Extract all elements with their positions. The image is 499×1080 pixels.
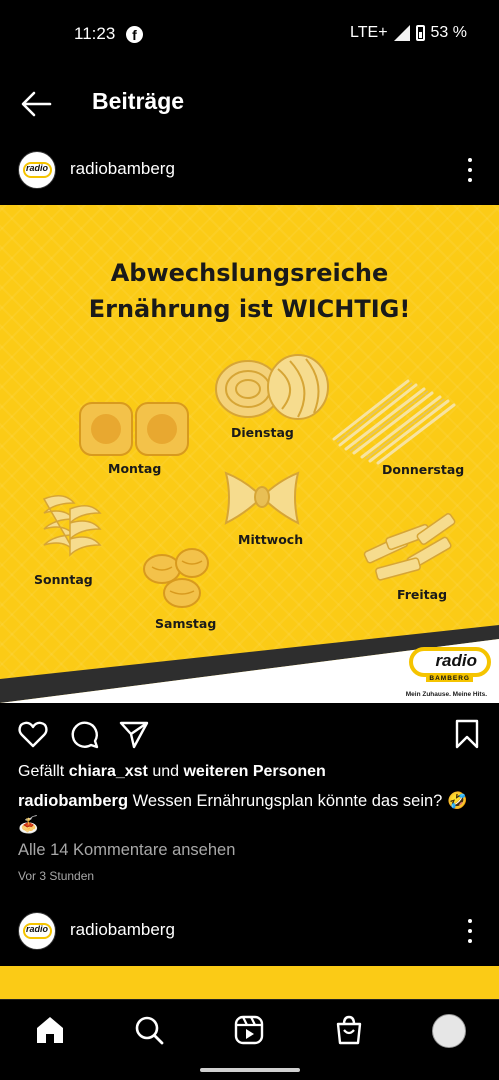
battery-icon xyxy=(415,25,425,41)
page-title: Beiträge xyxy=(92,88,185,114)
image-bottom-band xyxy=(0,625,499,703)
comment-icon[interactable] xyxy=(68,718,100,750)
heart-icon[interactable] xyxy=(17,718,49,750)
brand-slogan: Mein Zuhause. Meine Hits. xyxy=(405,691,487,698)
next-post-image[interactable] xyxy=(0,966,499,1000)
home-icon[interactable] xyxy=(34,1014,66,1046)
back-arrow-icon[interactable] xyxy=(20,90,52,118)
avatar-logo-text: radio xyxy=(26,163,49,173)
post-header: radio radiobamberg xyxy=(0,146,499,196)
app-header: Beiträge xyxy=(0,78,499,130)
post-username[interactable]: radiobamberg xyxy=(70,159,175,179)
post-caption: radiobamberg Wessen Ernährungsplan könnt… xyxy=(18,789,488,837)
liked-others[interactable]: weiteren Personen xyxy=(183,763,325,780)
signal-icon xyxy=(393,25,410,41)
more-options-icon[interactable] xyxy=(467,158,473,182)
status-time: 11:23 xyxy=(74,24,116,43)
post-image[interactable]: Abwechslungsreiche Ernährung ist WICHTIG… xyxy=(0,205,499,703)
post-actions xyxy=(0,714,499,754)
home-indicator[interactable] xyxy=(200,1068,300,1072)
bottom-navigation xyxy=(0,999,499,1080)
liked-by-user[interactable]: chiara_xst xyxy=(69,763,148,780)
next-post-username[interactable]: radiobamberg xyxy=(70,920,175,940)
network-type: LTE+ xyxy=(350,24,388,41)
search-icon[interactable] xyxy=(133,1014,165,1046)
profile-avatar[interactable] xyxy=(432,1014,466,1048)
likes-text[interactable]: Gefällt chiara_xst und weiteren Personen xyxy=(18,763,326,781)
battery-level: 53 % xyxy=(430,24,467,41)
status-bar: 11:23 f LTE+ 53 % xyxy=(0,0,499,70)
shop-icon[interactable] xyxy=(333,1014,365,1046)
share-icon[interactable] xyxy=(118,718,150,750)
caption-username[interactable]: radiobamberg xyxy=(18,792,128,810)
brand-logo-subtext: BAMBERG xyxy=(426,675,473,682)
view-comments-link[interactable]: Alle 14 Kommentare ansehen xyxy=(18,841,235,860)
avatar[interactable]: radio xyxy=(18,912,56,950)
facebook-icon: f xyxy=(126,26,143,43)
avatar-logo-text: radio xyxy=(26,924,49,934)
avatar[interactable]: radio xyxy=(18,151,56,189)
more-options-icon[interactable] xyxy=(467,919,473,943)
status-indicators: LTE+ 53 % xyxy=(350,24,467,42)
reels-icon[interactable] xyxy=(233,1014,265,1046)
bookmark-icon[interactable] xyxy=(451,718,483,750)
post-timestamp: Vor 3 Stunden xyxy=(18,869,95,883)
brand-logo-text: radio xyxy=(435,651,477,670)
next-post-header: radio radiobamberg xyxy=(0,907,499,957)
